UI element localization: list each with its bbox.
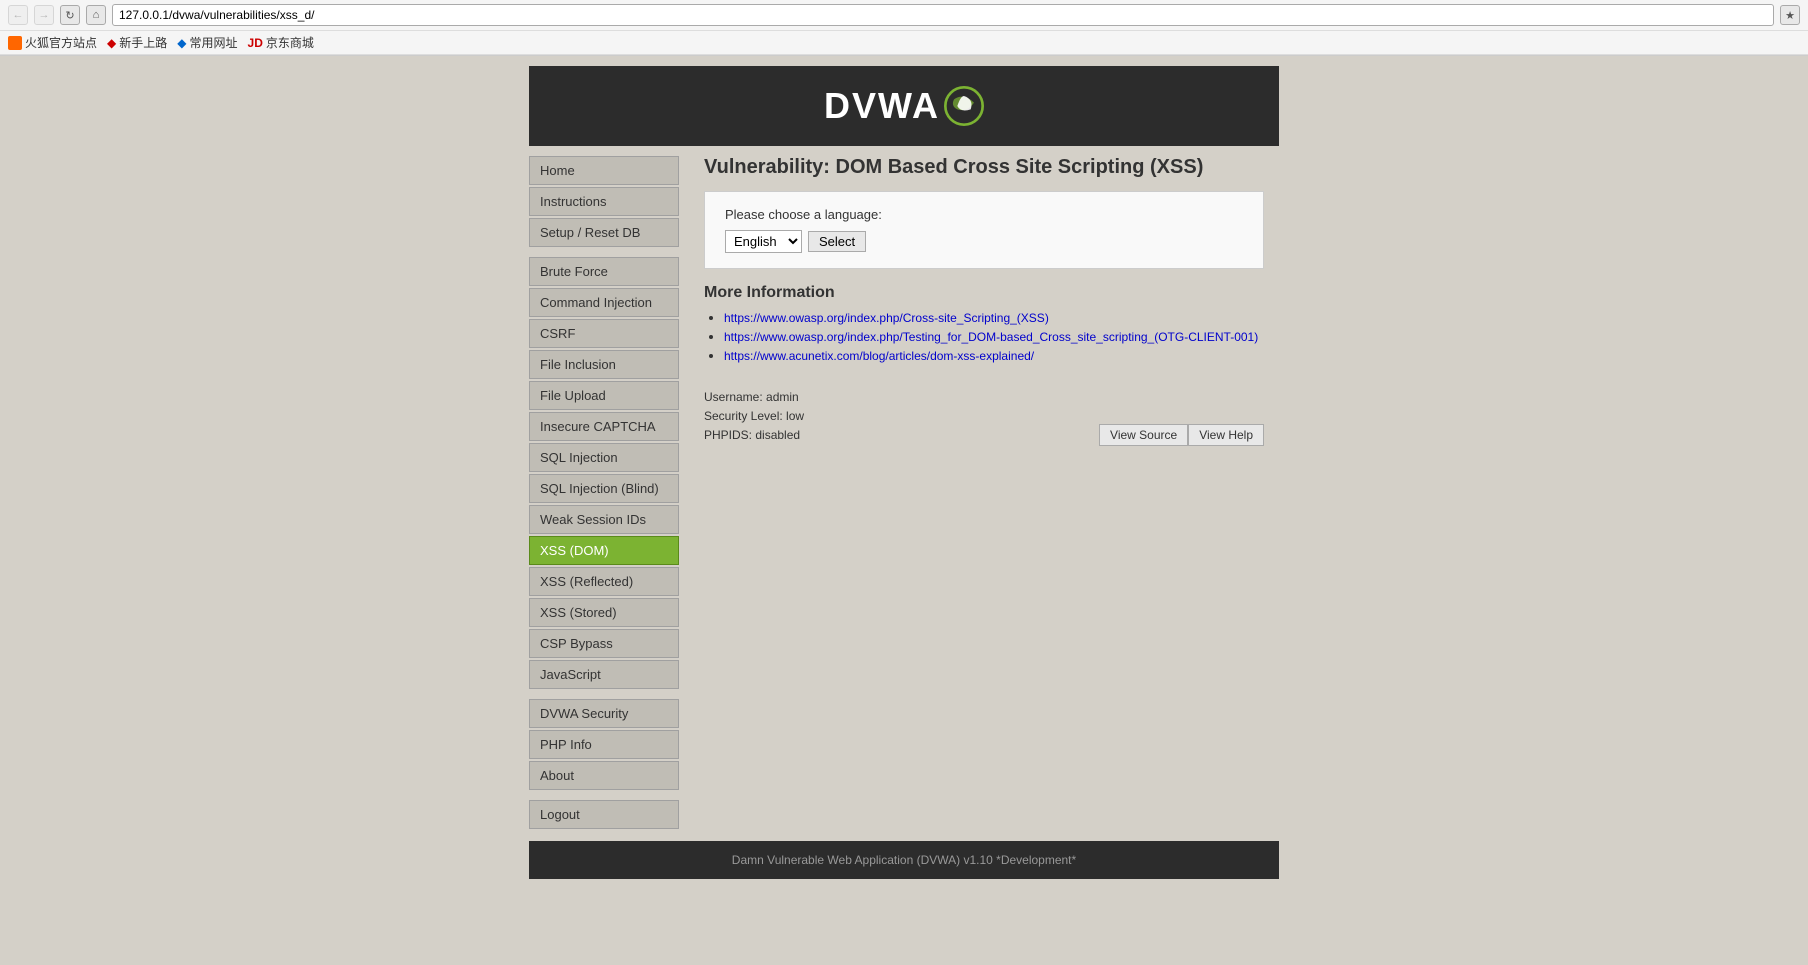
sidebar-item-csp-bypass[interactable]: CSP Bypass bbox=[529, 629, 679, 658]
sidebar-item-home[interactable]: Home bbox=[529, 156, 679, 185]
info-links: https://www.owasp.org/index.php/Cross-si… bbox=[704, 310, 1264, 363]
security-value: low bbox=[786, 409, 804, 423]
view-help-button[interactable]: View Help bbox=[1188, 424, 1264, 446]
app-body: Home Instructions Setup / Reset DB Brute… bbox=[529, 146, 1279, 841]
language-dropdown[interactable]: English French Spanish bbox=[725, 230, 802, 253]
bookmark-foxsite[interactable]: 火狐官方站点 bbox=[8, 34, 97, 51]
bookmark-foxsite-icon bbox=[8, 36, 22, 50]
sidebar-item-brute-force[interactable]: Brute Force bbox=[529, 257, 679, 286]
phpids-label: PHPIDS: bbox=[704, 428, 752, 442]
sidebar-divider-3 bbox=[529, 792, 689, 800]
info-link-3[interactable]: https://www.acunetix.com/blog/articles/d… bbox=[724, 349, 1034, 363]
browser-chrome: ← → ↻ ⌂ ★ 火狐官方站点 ◆ 新手上路 ◆ 常用网址 JD 京东商城 bbox=[0, 0, 1808, 56]
sidebar-item-insecure-captcha[interactable]: Insecure CAPTCHA bbox=[529, 412, 679, 441]
sidebar-item-file-inclusion[interactable]: File Inclusion bbox=[529, 350, 679, 379]
sidebar: Home Instructions Setup / Reset DB Brute… bbox=[529, 146, 689, 841]
back-button[interactable]: ← bbox=[8, 5, 28, 25]
more-info-title: More Information bbox=[704, 284, 1264, 302]
info-link-2[interactable]: https://www.owasp.org/index.php/Testing_… bbox=[724, 330, 1258, 344]
sidebar-item-sql-injection-blind[interactable]: SQL Injection (Blind) bbox=[529, 474, 679, 503]
reload-button[interactable]: ↻ bbox=[60, 5, 80, 25]
browser-toolbar: ← → ↻ ⌂ ★ bbox=[0, 0, 1808, 31]
sidebar-item-javascript[interactable]: JavaScript bbox=[529, 660, 679, 689]
bookmark-common[interactable]: ◆ 常用网址 bbox=[177, 34, 237, 51]
sidebar-item-csrf[interactable]: CSRF bbox=[529, 319, 679, 348]
language-label: Please choose a language: bbox=[725, 207, 1243, 222]
language-controls: English French Spanish Select bbox=[725, 230, 1243, 253]
bookmark-jd[interactable]: JD 京东商城 bbox=[248, 34, 314, 51]
sidebar-item-command-injection[interactable]: Command Injection bbox=[529, 288, 679, 317]
sidebar-item-logout[interactable]: Logout bbox=[529, 800, 679, 829]
page-wrapper: DVWA Home Instructions Setup / Reset DB … bbox=[0, 56, 1808, 961]
sidebar-item-weak-session-ids[interactable]: Weak Session IDs bbox=[529, 505, 679, 534]
sidebar-item-file-upload[interactable]: File Upload bbox=[529, 381, 679, 410]
phpids-value: disabled bbox=[755, 428, 800, 442]
home-button[interactable]: ⌂ bbox=[86, 5, 106, 25]
sidebar-item-php-info[interactable]: PHP Info bbox=[529, 730, 679, 759]
sidebar-item-instructions[interactable]: Instructions bbox=[529, 187, 679, 216]
logo-text: DVWA bbox=[824, 85, 940, 127]
sidebar-item-xss-dom[interactable]: XSS (DOM) bbox=[529, 536, 679, 565]
username-value: admin bbox=[766, 390, 799, 404]
bookmark-button[interactable]: ★ bbox=[1780, 5, 1800, 25]
app-container: DVWA Home Instructions Setup / Reset DB … bbox=[529, 66, 1279, 879]
info-link-item-2: https://www.owasp.org/index.php/Testing_… bbox=[724, 329, 1264, 344]
username-line: Username: admin bbox=[704, 388, 804, 407]
app-footer: Damn Vulnerable Web Application (DVWA) v… bbox=[529, 841, 1279, 879]
sidebar-item-xss-stored[interactable]: XSS (Stored) bbox=[529, 598, 679, 627]
sidebar-item-sql-injection[interactable]: SQL Injection bbox=[529, 443, 679, 472]
bookmark-jd-icon: JD bbox=[248, 36, 263, 50]
sidebar-item-setup[interactable]: Setup / Reset DB bbox=[529, 218, 679, 247]
sidebar-item-about[interactable]: About bbox=[529, 761, 679, 790]
username-label: Username: bbox=[704, 390, 763, 404]
address-bar[interactable] bbox=[112, 4, 1774, 26]
bookmark-newuser-icon: ◆ bbox=[107, 36, 116, 50]
info-link-1[interactable]: https://www.owasp.org/index.php/Cross-si… bbox=[724, 311, 1049, 325]
footer-info: Username: admin Security Level: low PHPI… bbox=[704, 383, 1264, 451]
dvwa-logo: DVWA bbox=[824, 85, 984, 127]
page-title: Vulnerability: DOM Based Cross Site Scri… bbox=[704, 156, 1264, 179]
info-link-item-1: https://www.owasp.org/index.php/Cross-si… bbox=[724, 310, 1264, 325]
app-header: DVWA bbox=[529, 66, 1279, 146]
select-button[interactable]: Select bbox=[808, 231, 866, 252]
logo-swirl-icon bbox=[944, 86, 984, 126]
user-info: Username: admin Security Level: low PHPI… bbox=[704, 388, 804, 446]
phpids-line: PHPIDS: disabled bbox=[704, 426, 804, 445]
content-area: Vulnerability: DOM Based Cross Site Scri… bbox=[689, 146, 1279, 841]
view-source-button[interactable]: View Source bbox=[1099, 424, 1188, 446]
sidebar-item-dvwa-security[interactable]: DVWA Security bbox=[529, 699, 679, 728]
sidebar-item-xss-reflected[interactable]: XSS (Reflected) bbox=[529, 567, 679, 596]
security-label: Security Level: bbox=[704, 409, 783, 423]
bookmarks-bar: 火狐官方站点 ◆ 新手上路 ◆ 常用网址 JD 京东商城 bbox=[0, 31, 1808, 55]
footer-buttons: View Source View Help bbox=[1099, 424, 1264, 446]
sidebar-divider-1 bbox=[529, 249, 689, 257]
info-link-item-3: https://www.acunetix.com/blog/articles/d… bbox=[724, 348, 1264, 363]
bookmark-common-icon: ◆ bbox=[177, 36, 186, 50]
app-footer-text: Damn Vulnerable Web Application (DVWA) v… bbox=[732, 853, 1076, 867]
language-selector-box: Please choose a language: English French… bbox=[704, 191, 1264, 269]
forward-button[interactable]: → bbox=[34, 5, 54, 25]
sidebar-divider-2 bbox=[529, 691, 689, 699]
security-line: Security Level: low bbox=[704, 407, 804, 426]
bookmark-newuser[interactable]: ◆ 新手上路 bbox=[107, 34, 167, 51]
